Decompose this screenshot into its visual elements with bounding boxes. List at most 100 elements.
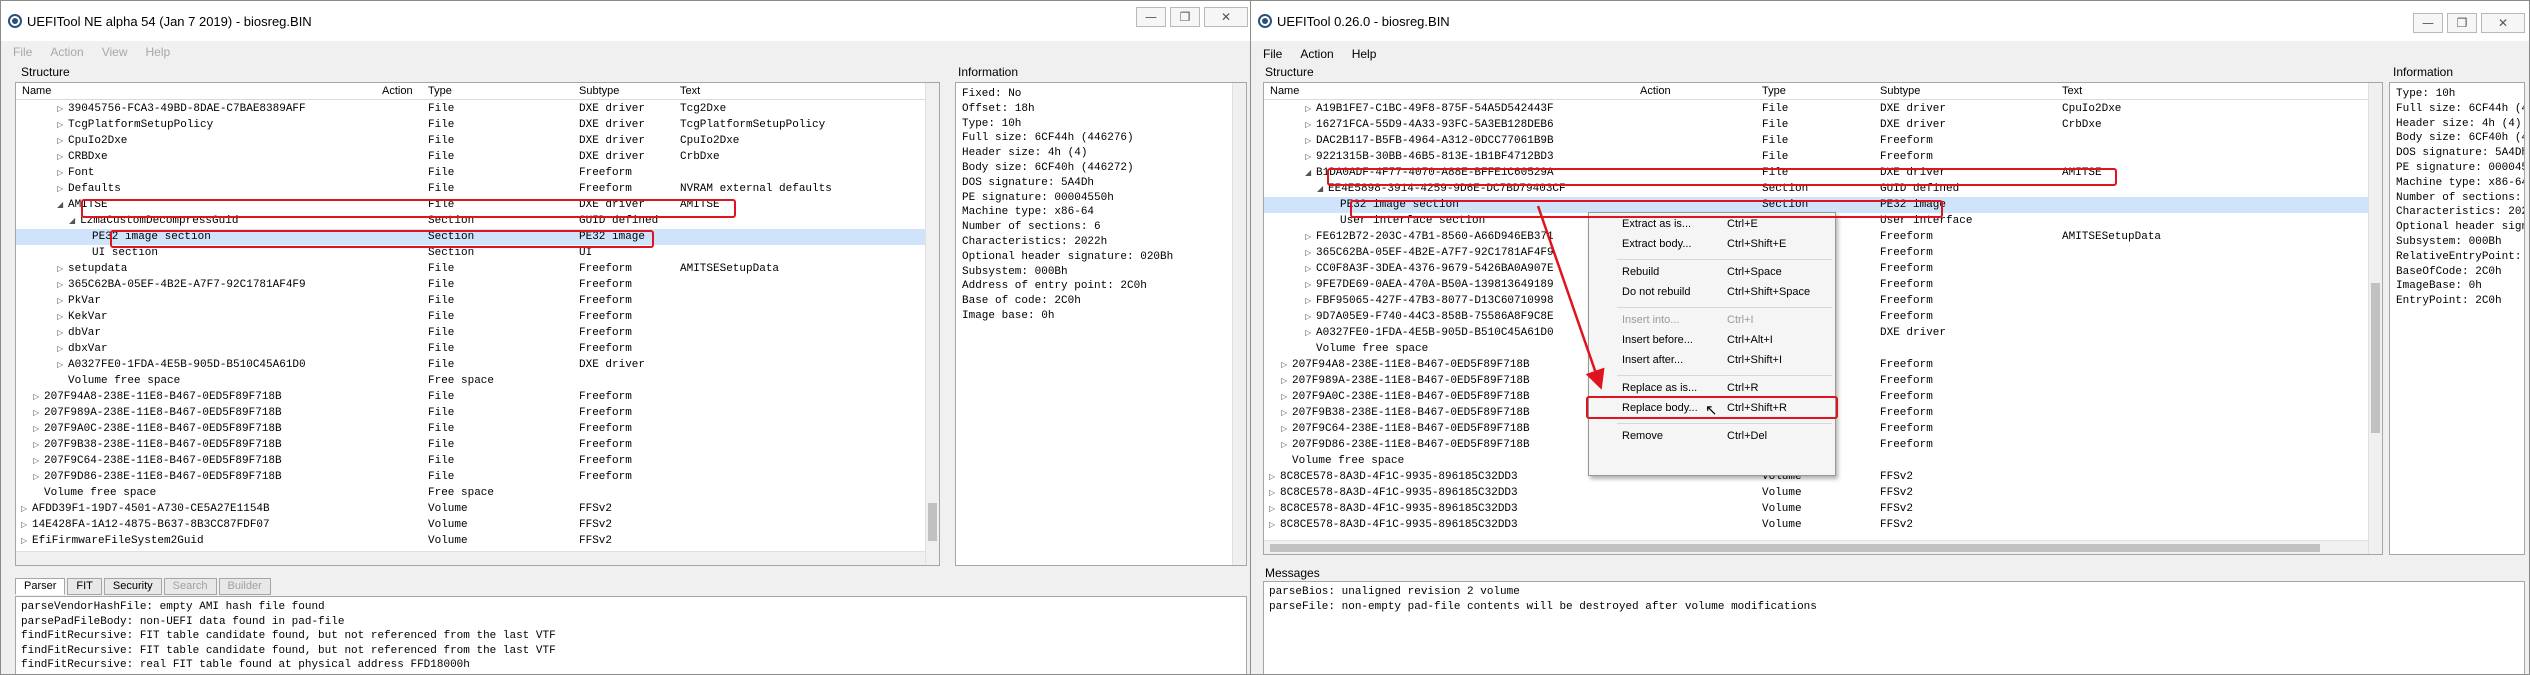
chevron-right-icon[interactable]: ▷ bbox=[1269, 469, 1279, 485]
left-col-action[interactable]: Action bbox=[382, 85, 413, 97]
chevron-right-icon[interactable]: ▷ bbox=[33, 453, 43, 469]
left-menu-help[interactable]: Help bbox=[146, 45, 171, 59]
left-col-text[interactable]: Text bbox=[680, 85, 700, 97]
chevron-right-icon[interactable]: ▷ bbox=[1305, 245, 1315, 261]
tree-row[interactable]: ▷ 8C8CE578-8A3D-4F1C-9935-896185C32DD3 Vol… bbox=[1264, 485, 2368, 501]
chevron-right-icon[interactable]: ▷ bbox=[21, 517, 31, 533]
tree-row[interactable]: Volume free space Free space bbox=[16, 373, 925, 389]
left-info-vscroll[interactable] bbox=[1232, 83, 1246, 565]
tab-security[interactable]: Security bbox=[103, 578, 162, 595]
left-tree-vscroll-thumb[interactable] bbox=[928, 503, 937, 541]
tree-row[interactable]: ▷ 8C8CE578-8A3D-4F1C-9935-896185C32DD3 Vol… bbox=[1264, 517, 2368, 533]
right-col-name[interactable]: Name bbox=[1270, 85, 1299, 97]
tree-row[interactable]: ▷207F9C64-238E-11E8-B467-0ED5F89F718B Fil… bbox=[16, 453, 925, 469]
chevron-right-icon[interactable]: ▷ bbox=[1305, 117, 1315, 133]
chevron-right-icon[interactable]: ▷ bbox=[1305, 133, 1315, 149]
tree-row[interactable]: ▷ dbVar File Freeform bbox=[16, 325, 925, 341]
chevron-right-icon[interactable]: ▷ bbox=[57, 277, 67, 293]
chevron-right-icon[interactable]: ▷ bbox=[57, 357, 67, 373]
chevron-right-icon[interactable]: ▷ bbox=[1281, 405, 1291, 421]
chevron-right-icon[interactable]: ▷ bbox=[57, 293, 67, 309]
close-icon[interactable]: ✕ bbox=[1204, 7, 1248, 27]
left-menu-view[interactable]: View bbox=[102, 45, 128, 59]
chevron-right-icon[interactable]: ▷ bbox=[1305, 325, 1315, 341]
chevron-right-icon[interactable]: ▷ bbox=[1269, 485, 1279, 501]
chevron-right-icon[interactable]: ▷ bbox=[1305, 149, 1315, 165]
menu-item-extract-body[interactable]: Extract body... Ctrl+Shift+E bbox=[1589, 237, 1835, 253]
chevron-right-icon[interactable]: ▷ bbox=[57, 341, 67, 357]
tree-row[interactable]: ▷ CRBDxe File DXE driver CrbDxe bbox=[16, 149, 925, 165]
menu-item-insert-after[interactable]: Insert after... Ctrl+Shift+I bbox=[1589, 353, 1835, 369]
chevron-right-icon[interactable]: ▷ bbox=[1281, 357, 1291, 373]
minimize-icon[interactable]: — bbox=[1136, 7, 1166, 27]
right-menu-help[interactable]: Help bbox=[1352, 47, 1377, 61]
tree-row[interactable]: ◢ AMITSE File DXE driver AMITSE bbox=[16, 197, 925, 213]
tree-row[interactable]: PE32 image section Section PE32 image bbox=[16, 229, 925, 245]
chevron-right-icon[interactable]: ▷ bbox=[57, 117, 67, 133]
tree-row[interactable]: ◢ B1DA0ADF-4F77-4070-A88E-BFFE1C60529A Fil… bbox=[1264, 165, 2368, 181]
chevron-right-icon[interactable]: ▷ bbox=[1305, 101, 1315, 117]
tree-row[interactable]: ◢ LzmaCustomDecompressGuid Section GUID def… bbox=[16, 213, 925, 229]
chevron-right-icon[interactable]: ▷ bbox=[57, 165, 67, 181]
menu-item-replace-as-is[interactable]: Replace as is... Ctrl+R bbox=[1589, 381, 1835, 397]
left-col-type[interactable]: Type bbox=[428, 85, 452, 97]
menu-item-insert-before[interactable]: Insert before... Ctrl+Alt+I bbox=[1589, 333, 1835, 349]
chevron-right-icon[interactable]: ▷ bbox=[57, 309, 67, 325]
right-tree-vscroll[interactable] bbox=[2368, 83, 2382, 554]
right-tree-hscroll[interactable] bbox=[1264, 540, 2368, 554]
chevron-right-icon[interactable]: ▷ bbox=[57, 181, 67, 197]
chevron-right-icon[interactable]: ▷ bbox=[1281, 437, 1291, 453]
chevron-right-icon[interactable]: ▷ bbox=[1305, 277, 1315, 293]
close-icon[interactable]: ✕ bbox=[2481, 13, 2525, 33]
tab-parser[interactable]: Parser bbox=[15, 578, 66, 595]
chevron-down-icon[interactable]: ◢ bbox=[1305, 165, 1315, 181]
left-tree-hscroll[interactable] bbox=[16, 551, 925, 565]
chevron-right-icon[interactable]: ▷ bbox=[57, 149, 67, 165]
tree-row[interactable]: ▷207F9B38-238E-11E8-B467-0ED5F89F718B Fil… bbox=[16, 437, 925, 453]
tree-row[interactable]: ▷ TcgPlatformSetupPolicy File DXE driver Tcg… bbox=[16, 117, 925, 133]
tree-row[interactable]: ▷ Font File Freeform bbox=[16, 165, 925, 181]
chevron-right-icon[interactable]: ▷ bbox=[1305, 229, 1315, 245]
tree-row[interactable]: ▷ A19B1FE7-C1BC-49F8-875F-54A5D542443F Fil… bbox=[1264, 101, 2368, 117]
chevron-right-icon[interactable]: ▷ bbox=[57, 325, 67, 341]
restore-icon[interactable]: ❐ bbox=[1170, 7, 1200, 27]
tree-row[interactable]: ▷ 9221315B-30BB-46B5-813E-1B1BF4712BD3 Fil… bbox=[1264, 149, 2368, 165]
tree-row[interactable]: ▷207F9D86-238E-11E8-B467-0ED5F89F718B Fil… bbox=[16, 469, 925, 485]
chevron-down-icon[interactable]: ◢ bbox=[69, 213, 79, 229]
tree-row[interactable]: ▷365C62BA-05EF-4B2E-A7F7-92C1781AF4F9 Fil… bbox=[16, 277, 925, 293]
tab-fit[interactable]: FIT bbox=[67, 578, 102, 595]
tree-row[interactable]: ▷ 14E428FA-1A12-4875-B637-8B3CC87FDF07 Vol… bbox=[16, 517, 925, 533]
tree-row[interactable]: ▷ AFDD39F1-19D7-4501-A730-CE5A27E1154B Vol… bbox=[16, 501, 925, 517]
chevron-right-icon[interactable]: ▷ bbox=[33, 421, 43, 437]
chevron-right-icon[interactable]: ▷ bbox=[33, 437, 43, 453]
chevron-right-icon[interactable]: ▷ bbox=[33, 405, 43, 421]
chevron-right-icon[interactable]: ▷ bbox=[1269, 501, 1279, 517]
tree-row[interactable]: ▷ EfiFirmwareFileSystem2Guid Volume FFSv2 bbox=[16, 533, 925, 549]
tree-row[interactable]: PE32 image section Section PE32 image bbox=[1264, 197, 2368, 213]
chevron-right-icon[interactable]: ▷ bbox=[1281, 373, 1291, 389]
right-col-type[interactable]: Type bbox=[1762, 85, 1786, 97]
chevron-right-icon[interactable]: ▷ bbox=[1305, 309, 1315, 325]
minimize-icon[interactable]: — bbox=[2413, 13, 2443, 33]
tree-row[interactable]: ▷ DAC2B117-B5FB-4964-A312-0DCC77061B9B Fil… bbox=[1264, 133, 2368, 149]
left-structure-tree[interactable]: Name Action Type Subtype Text ▷ 39045756-… bbox=[15, 82, 940, 566]
right-col-text[interactable]: Text bbox=[2062, 85, 2082, 97]
tree-row[interactable]: UI section Section UI bbox=[16, 245, 925, 261]
tree-row[interactable]: ▷ Defaults File Freeform NVRAM external defa… bbox=[16, 181, 925, 197]
right-col-subtype[interactable]: Subtype bbox=[1880, 85, 1920, 97]
chevron-down-icon[interactable]: ◢ bbox=[57, 197, 67, 213]
menu-item-do-not-rebuild[interactable]: Do not rebuild Ctrl+Shift+Space bbox=[1589, 285, 1835, 301]
tree-row[interactable]: ▷207F9A0C-238E-11E8-B467-0ED5F89F718B Fil… bbox=[16, 421, 925, 437]
tree-row[interactable]: ▷207F989A-238E-11E8-B467-0ED5F89F718B Fil… bbox=[16, 405, 925, 421]
left-col-name[interactable]: Name bbox=[22, 85, 51, 97]
tree-row[interactable]: ▷ 39045756-FCA3-49BD-8DAE-C7BAE8389AFF Fil… bbox=[16, 101, 925, 117]
menu-item-rebuild[interactable]: Rebuild Ctrl+Space bbox=[1589, 265, 1835, 281]
tree-row[interactable]: ▷ KekVar File Freeform bbox=[16, 309, 925, 325]
menu-item-extract-as-is[interactable]: Extract as is... Ctrl+E bbox=[1589, 217, 1835, 233]
right-tree-hscroll-thumb[interactable] bbox=[1270, 544, 2320, 552]
tree-row[interactable]: ▷ 8C8CE578-8A3D-4F1C-9935-896185C32DD3 Vol… bbox=[1264, 501, 2368, 517]
right-menu-file[interactable]: File bbox=[1263, 47, 1282, 61]
chevron-right-icon[interactable]: ▷ bbox=[57, 101, 67, 117]
tree-row[interactable]: ▷A0327FE0-1FDA-4E5B-905D-B510C45A61D0 Fil… bbox=[16, 357, 925, 373]
tree-row[interactable]: ▷ dbxVar File Freeform bbox=[16, 341, 925, 357]
